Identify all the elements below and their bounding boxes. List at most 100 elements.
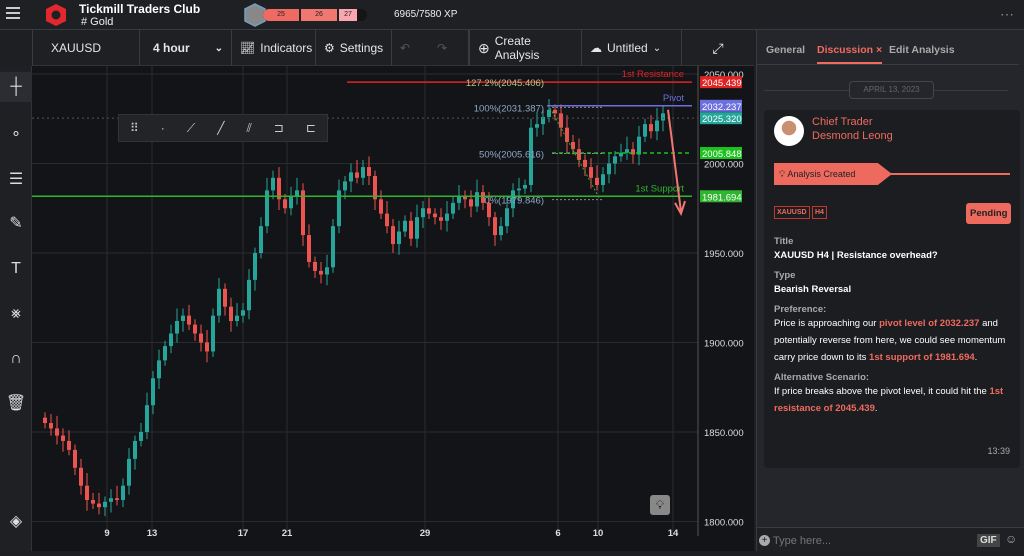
ray-icon[interactable]: ⫽ bbox=[246, 121, 251, 136]
candle-body bbox=[79, 467, 83, 486]
fib-label: 127.2%(2045.406) bbox=[466, 78, 544, 89]
candle-body bbox=[121, 485, 125, 501]
candle-body bbox=[259, 226, 263, 253]
dot-icon[interactable]: ∘ bbox=[0, 118, 32, 148]
candle-body bbox=[301, 190, 305, 236]
layout-button[interactable]: ☁ Untitled ⌄ bbox=[582, 30, 682, 66]
settings-button[interactable]: ⚙ Settings bbox=[316, 30, 392, 66]
candle-body bbox=[421, 208, 425, 218]
close-icon[interactable]: × bbox=[876, 44, 882, 56]
level-label: Pivot bbox=[663, 93, 684, 104]
emoji-icon[interactable]: ☺ bbox=[1005, 532, 1017, 546]
timeframe-tag: H4 bbox=[812, 206, 827, 219]
candle-body bbox=[379, 199, 383, 214]
layers-icon[interactable]: ◈ bbox=[0, 506, 32, 536]
text-icon[interactable]: T bbox=[0, 254, 32, 284]
fib-icon[interactable]: ☰ bbox=[0, 164, 32, 194]
x-tick-label: 9 bbox=[104, 528, 109, 539]
fib-retracement-icon[interactable]: ⊏ bbox=[306, 121, 316, 135]
gif-button[interactable]: GIF bbox=[977, 534, 1000, 547]
redo-button[interactable]: ↷ bbox=[429, 30, 469, 66]
candle-body bbox=[73, 449, 77, 468]
interval-selector[interactable]: 4 hour ⌄ bbox=[140, 30, 232, 66]
candle-body bbox=[67, 440, 71, 450]
create-analysis-button[interactable]: ⊕ Create Analysis bbox=[469, 30, 582, 66]
candle-body bbox=[409, 220, 413, 239]
settings-label: Settings bbox=[339, 41, 384, 55]
dot-icon[interactable]: · bbox=[161, 121, 165, 135]
candle-body bbox=[517, 188, 521, 191]
author-name[interactable]: Desmond Leong bbox=[812, 130, 893, 142]
xp-segment: 25 bbox=[263, 9, 299, 21]
drag-handle-icon[interactable]: ⠿ bbox=[130, 121, 139, 135]
add-attachment-icon[interactable]: + bbox=[759, 535, 770, 546]
symbol-selector[interactable]: XAUUSD bbox=[32, 30, 140, 66]
y-tick-label: 1800.000 bbox=[704, 518, 744, 529]
chevron-down-icon: ⌄ bbox=[214, 42, 223, 54]
xp-segment: 27 bbox=[337, 9, 357, 21]
message-input[interactable] bbox=[773, 532, 963, 550]
fullscreen-button[interactable]: ⤢ bbox=[682, 30, 754, 66]
y-tick-label: 1950.000 bbox=[704, 249, 744, 260]
chart-toolbar: XAUUSD 4 hour ⌄ 📈︎ Indicators ⚙ Settings ↶ … bbox=[32, 30, 754, 66]
x-tick-label: 13 bbox=[147, 528, 158, 539]
y-tick-label: 1900.000 bbox=[704, 339, 744, 350]
undo-button[interactable]: ↶ bbox=[392, 30, 429, 66]
candle-body bbox=[217, 288, 221, 316]
candle-body bbox=[355, 172, 359, 178]
date-divider: APRIL 13, 2023 bbox=[849, 81, 934, 99]
indicators-button[interactable]: 📈︎ Indicators bbox=[232, 30, 316, 66]
lightbulb-button[interactable]: 💡︎ bbox=[650, 495, 670, 515]
app-title: Tickmill Traders Club bbox=[79, 2, 201, 16]
candle-body bbox=[289, 195, 293, 209]
menu-icon[interactable] bbox=[6, 7, 20, 19]
price-label: 2032.237 bbox=[702, 102, 742, 113]
candle-body bbox=[157, 360, 161, 379]
candle-body bbox=[97, 503, 101, 508]
candle-body bbox=[601, 174, 605, 185]
magnet-icon[interactable]: ∩ bbox=[0, 344, 32, 374]
alternative-label: Alternative Scenario: bbox=[774, 372, 870, 383]
candle-body bbox=[187, 315, 191, 325]
channel-name[interactable]: # Gold bbox=[81, 16, 113, 28]
tab-edit-analysis[interactable]: Edit Analysis bbox=[889, 44, 955, 56]
brush-icon[interactable]: ✎ bbox=[0, 208, 32, 238]
tab-general[interactable]: General bbox=[766, 44, 805, 56]
type-label: Type bbox=[774, 270, 796, 281]
more-icon[interactable]: ⋯ bbox=[1000, 6, 1014, 23]
tab-discussion[interactable]: Discussion × bbox=[817, 44, 883, 64]
top-bar: Tickmill Traders Club # Gold 25 26 27 69… bbox=[0, 0, 1024, 30]
candle-body bbox=[181, 315, 185, 322]
line-icon[interactable]: ╱ bbox=[217, 121, 224, 135]
alternative-text: If price breaks above the pivot level, i… bbox=[774, 386, 1004, 414]
parallel-channel-icon[interactable]: ⊐ bbox=[274, 121, 284, 135]
logo-icon bbox=[46, 4, 66, 26]
candle-body bbox=[55, 428, 59, 436]
y-tick-label: 2000.000 bbox=[704, 160, 744, 171]
trend-line-icon[interactable]: ⟋ bbox=[187, 121, 195, 136]
event-label: Analysis Created bbox=[787, 169, 856, 179]
y-tick-label: 1850.000 bbox=[704, 428, 744, 439]
trash-icon[interactable]: 🗑︎ bbox=[0, 388, 32, 418]
pattern-icon[interactable]: ⨳ bbox=[0, 299, 32, 329]
candle-body bbox=[643, 124, 647, 137]
indicators-label: Indicators bbox=[260, 41, 313, 55]
symbol-label: XAUUSD bbox=[51, 41, 102, 55]
symbol-tag: XAUUSD bbox=[774, 206, 810, 219]
candle-body bbox=[325, 267, 329, 275]
candle-body bbox=[61, 435, 65, 441]
xp-text: 6965/7580 XP bbox=[394, 9, 458, 20]
crosshair-icon[interactable]: ┼ bbox=[0, 72, 32, 102]
candle-body bbox=[139, 432, 143, 441]
candle-body bbox=[247, 279, 251, 311]
candle-body bbox=[613, 156, 617, 164]
candle-body bbox=[235, 315, 239, 322]
chevron-down-icon: ⌄ bbox=[652, 42, 662, 54]
candle-body bbox=[307, 235, 311, 262]
cloud-upload-icon: ☁ bbox=[590, 41, 602, 55]
price-chart[interactable]: 2050.000 2000.000 1950.000 1900.000 1850.000… bbox=[32, 66, 754, 551]
candle-body bbox=[151, 378, 155, 406]
candle-body bbox=[649, 124, 653, 132]
candle-body bbox=[91, 500, 95, 504]
candle-body bbox=[127, 458, 131, 486]
